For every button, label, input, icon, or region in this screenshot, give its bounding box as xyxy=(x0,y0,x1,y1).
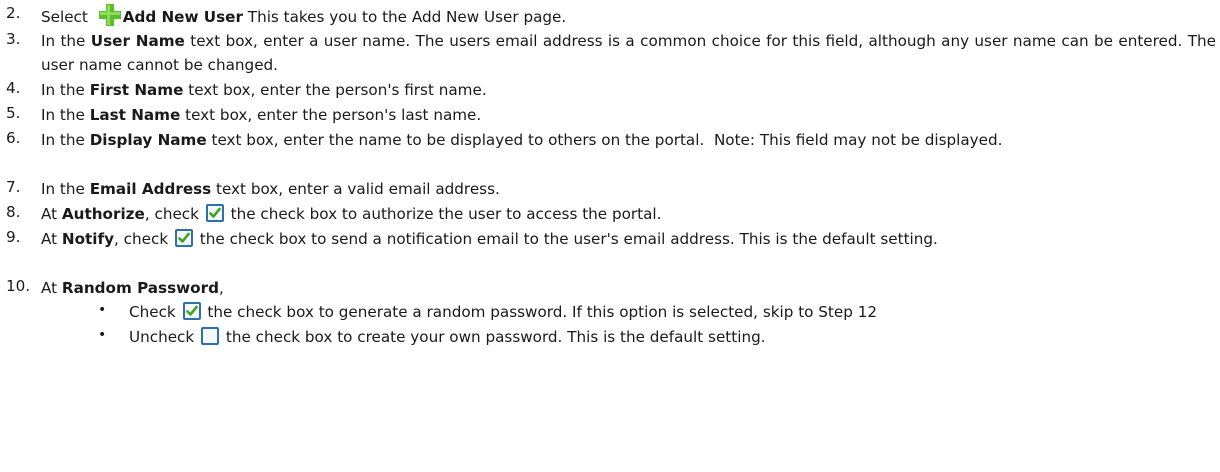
step-text-post: text box, enter a valid email address. xyxy=(211,180,500,198)
step-text-post: text box, enter the person's first name. xyxy=(183,81,487,99)
step-text-post: This takes you to the Add New User page. xyxy=(242,8,567,26)
step-text-pre: In the xyxy=(41,32,91,50)
checked-checkbox-icon xyxy=(205,204,224,222)
unchecked-checkbox-icon xyxy=(201,327,220,345)
step-keyword: Add New User xyxy=(122,8,243,26)
step-text: In the Last Name text box, enter the per… xyxy=(41,104,1216,128)
step-text: At Authorize, check the check box to aut… xyxy=(41,203,1216,227)
step-keyword: Email Address xyxy=(89,180,212,198)
step-number: 8. xyxy=(6,203,21,221)
step-number: 7. xyxy=(6,178,21,196)
bullet-text: Uncheck the check box to create your own… xyxy=(129,327,766,346)
step-text: At Notify, check the check box to send a… xyxy=(41,228,1216,252)
step-keyword: Display Name xyxy=(89,131,207,149)
step-text-pre: At xyxy=(41,279,62,297)
bullet-item-uncheck: • Uncheck the check box to create your o… xyxy=(0,327,1216,351)
step-text-post: text box, enter a user name. The users e… xyxy=(41,32,1216,74)
step-keyword: Random Password xyxy=(61,279,219,297)
step-number: 9. xyxy=(6,228,21,246)
bullet-text-pre: Uncheck xyxy=(129,328,200,346)
bullet-point: • xyxy=(98,302,107,318)
green-plus-icon xyxy=(98,4,121,26)
checked-checkbox-icon xyxy=(174,229,193,247)
step-keyword: User Name xyxy=(90,32,185,50)
step-text: In the User Name text box, enter a user … xyxy=(41,30,1216,77)
bullet-text-post: the check box to create your own passwor… xyxy=(221,328,766,346)
step-text-pre: At xyxy=(41,205,62,223)
step-text-post: the check box to send a notification ema… xyxy=(194,230,938,248)
step-number: 5. xyxy=(6,104,21,122)
step-text-post: text box, enter the person's last name. xyxy=(180,106,482,124)
step-text-pre: At xyxy=(41,230,62,248)
step-number: 6. xyxy=(6,129,21,147)
step-text: In the First Name text box, enter the pe… xyxy=(41,79,1216,103)
bullet-item-check: • Check the check box to generate a rand… xyxy=(0,302,1216,326)
instructions-document: 2. Select Add New User This takes you to… xyxy=(0,0,1220,472)
step-text-post: text box, enter the name to be displayed… xyxy=(206,131,1003,149)
checked-checkbox-icon xyxy=(182,302,201,320)
step-text-mid: , check xyxy=(144,205,204,223)
step-keyword: Last Name xyxy=(89,106,181,124)
step-keyword: Authorize xyxy=(61,205,145,223)
step-text-post: the check box to authorize the user to a… xyxy=(225,205,662,223)
step-text-mid: , check xyxy=(114,230,173,248)
step-number: 3. xyxy=(6,30,21,48)
step-keyword: First Name xyxy=(89,81,184,99)
step-text: In the Display Name text box, enter the … xyxy=(41,129,1216,153)
step-text-pre: In the xyxy=(41,106,90,124)
step-number: 2. xyxy=(6,4,21,22)
step-text-pre: Select xyxy=(41,8,93,26)
step-text: Select Add New User This takes you to th… xyxy=(41,4,1216,30)
step-text-post: , xyxy=(218,279,224,297)
step-number: 4. xyxy=(6,79,21,97)
bullet-text-post: the check box to generate a random passw… xyxy=(202,303,878,321)
step-text-pre: In the xyxy=(41,131,90,149)
bullet-point: • xyxy=(98,327,107,343)
step-text-pre: In the xyxy=(41,81,90,99)
step-keyword: Notify xyxy=(61,230,115,248)
bullet-text-pre: Check xyxy=(129,303,181,321)
step-text: At Random Password, xyxy=(41,277,1216,301)
step-number: 10. xyxy=(6,277,31,295)
step-text: In the Email Address text box, enter a v… xyxy=(41,178,1216,202)
step-text-pre: In the xyxy=(41,180,90,198)
bullet-text: Check the check box to generate a random… xyxy=(129,302,877,321)
